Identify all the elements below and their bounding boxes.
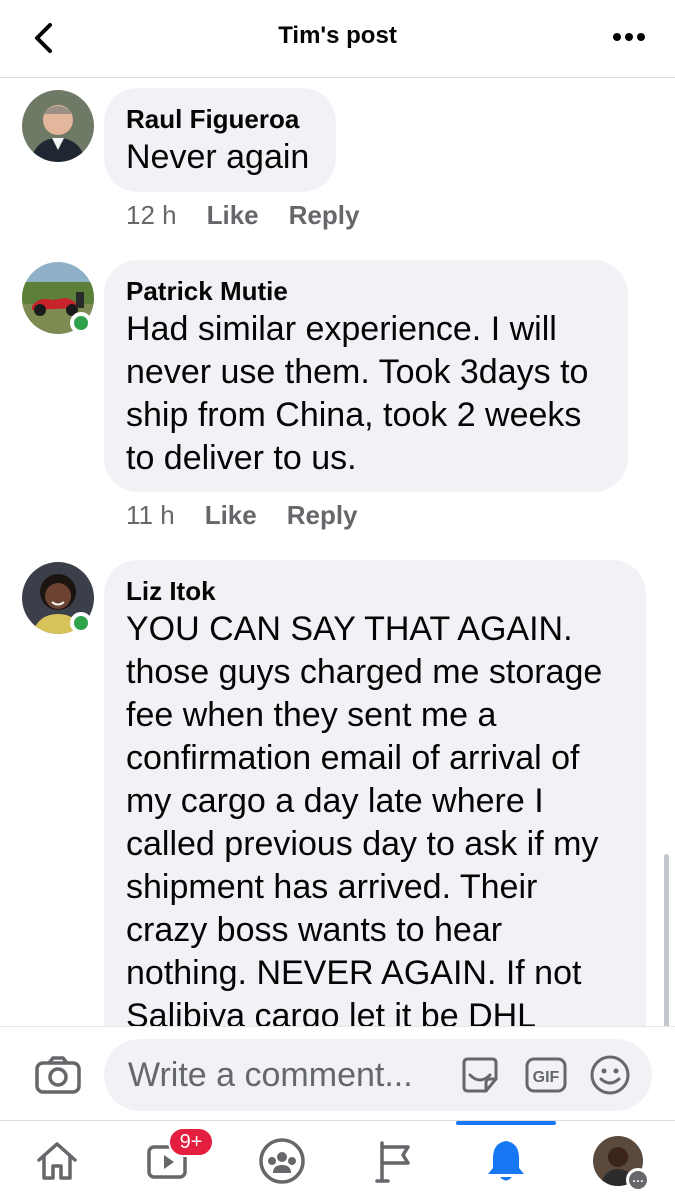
reply-button[interactable]: Reply — [287, 500, 358, 531]
online-indicator — [70, 312, 92, 334]
bell-icon — [488, 1141, 524, 1181]
comment-text: Had similar experience. I will never use… — [126, 310, 589, 477]
comment-author[interactable]: Liz Itok — [126, 574, 622, 608]
page-title: Tim's post — [278, 22, 397, 49]
online-indicator — [70, 612, 92, 634]
comment-time: 11 h — [126, 500, 175, 530]
emoji-icon — [590, 1055, 630, 1095]
avatar[interactable] — [22, 90, 94, 162]
comment-bubble[interactable]: Raul Figueroa Never again — [104, 88, 336, 192]
comment-author[interactable]: Raul Figueroa — [126, 102, 312, 136]
comment-placeholder: Write a comment... — [128, 1056, 413, 1094]
more-button[interactable] — [609, 22, 649, 52]
tab-menu[interactable] — [562, 1121, 674, 1200]
comment: Raul Figueroa Never again 12 h Like Repl… — [0, 88, 675, 248]
comment-author[interactable]: Patrick Mutie — [126, 274, 604, 308]
tab-home[interactable] — [1, 1121, 113, 1200]
tab-pages[interactable] — [338, 1121, 450, 1200]
post-header: Tim's post — [0, 0, 675, 78]
comment-input[interactable]: Write a comment... GIF — [104, 1039, 652, 1111]
gif-button[interactable]: GIF — [524, 1055, 568, 1095]
comment-bubble[interactable]: Patrick Mutie Had similar experience. I … — [104, 260, 628, 492]
comment-composer: Write a comment... GIF — [0, 1026, 675, 1120]
sticker-icon — [462, 1057, 498, 1093]
groups-icon — [259, 1138, 305, 1184]
scrollbar[interactable] — [664, 854, 669, 1026]
notification-badge: 9+ — [168, 1127, 214, 1157]
comment: Liz Itok YOU CAN SAY THAT AGAIN. those g… — [0, 560, 675, 1026]
flag-icon — [375, 1141, 410, 1183]
svg-text:GIF: GIF — [533, 1069, 560, 1086]
tab-notifications[interactable] — [450, 1121, 562, 1200]
camera-button[interactable] — [34, 1055, 82, 1095]
reply-button[interactable]: Reply — [289, 200, 360, 231]
more-icon — [613, 33, 645, 41]
comment-actions: 11 h Like Reply — [126, 500, 358, 531]
comment-time: 12 h — [126, 200, 177, 230]
comments-list: Raul Figueroa Never again 12 h Like Repl… — [0, 78, 675, 1026]
like-button[interactable]: Like — [207, 200, 259, 231]
comment-text: Never again — [126, 138, 310, 176]
tab-bar: 9+ — [0, 1120, 675, 1200]
emoji-button[interactable] — [588, 1053, 632, 1097]
home-icon — [37, 1142, 77, 1180]
menu-overflow-icon: … — [626, 1168, 650, 1192]
comment-bubble[interactable]: Liz Itok YOU CAN SAY THAT AGAIN. those g… — [104, 560, 646, 1026]
camera-icon — [35, 1056, 81, 1094]
comment-actions: 12 h Like Reply — [126, 200, 359, 231]
comment-text: YOU CAN SAY THAT AGAIN. those guys charg… — [126, 610, 603, 1026]
comment: Patrick Mutie Had similar experience. I … — [0, 260, 675, 550]
tab-groups[interactable] — [226, 1121, 338, 1200]
sticker-button[interactable] — [458, 1055, 502, 1095]
gif-icon: GIF — [525, 1057, 567, 1093]
like-button[interactable]: Like — [205, 500, 257, 531]
